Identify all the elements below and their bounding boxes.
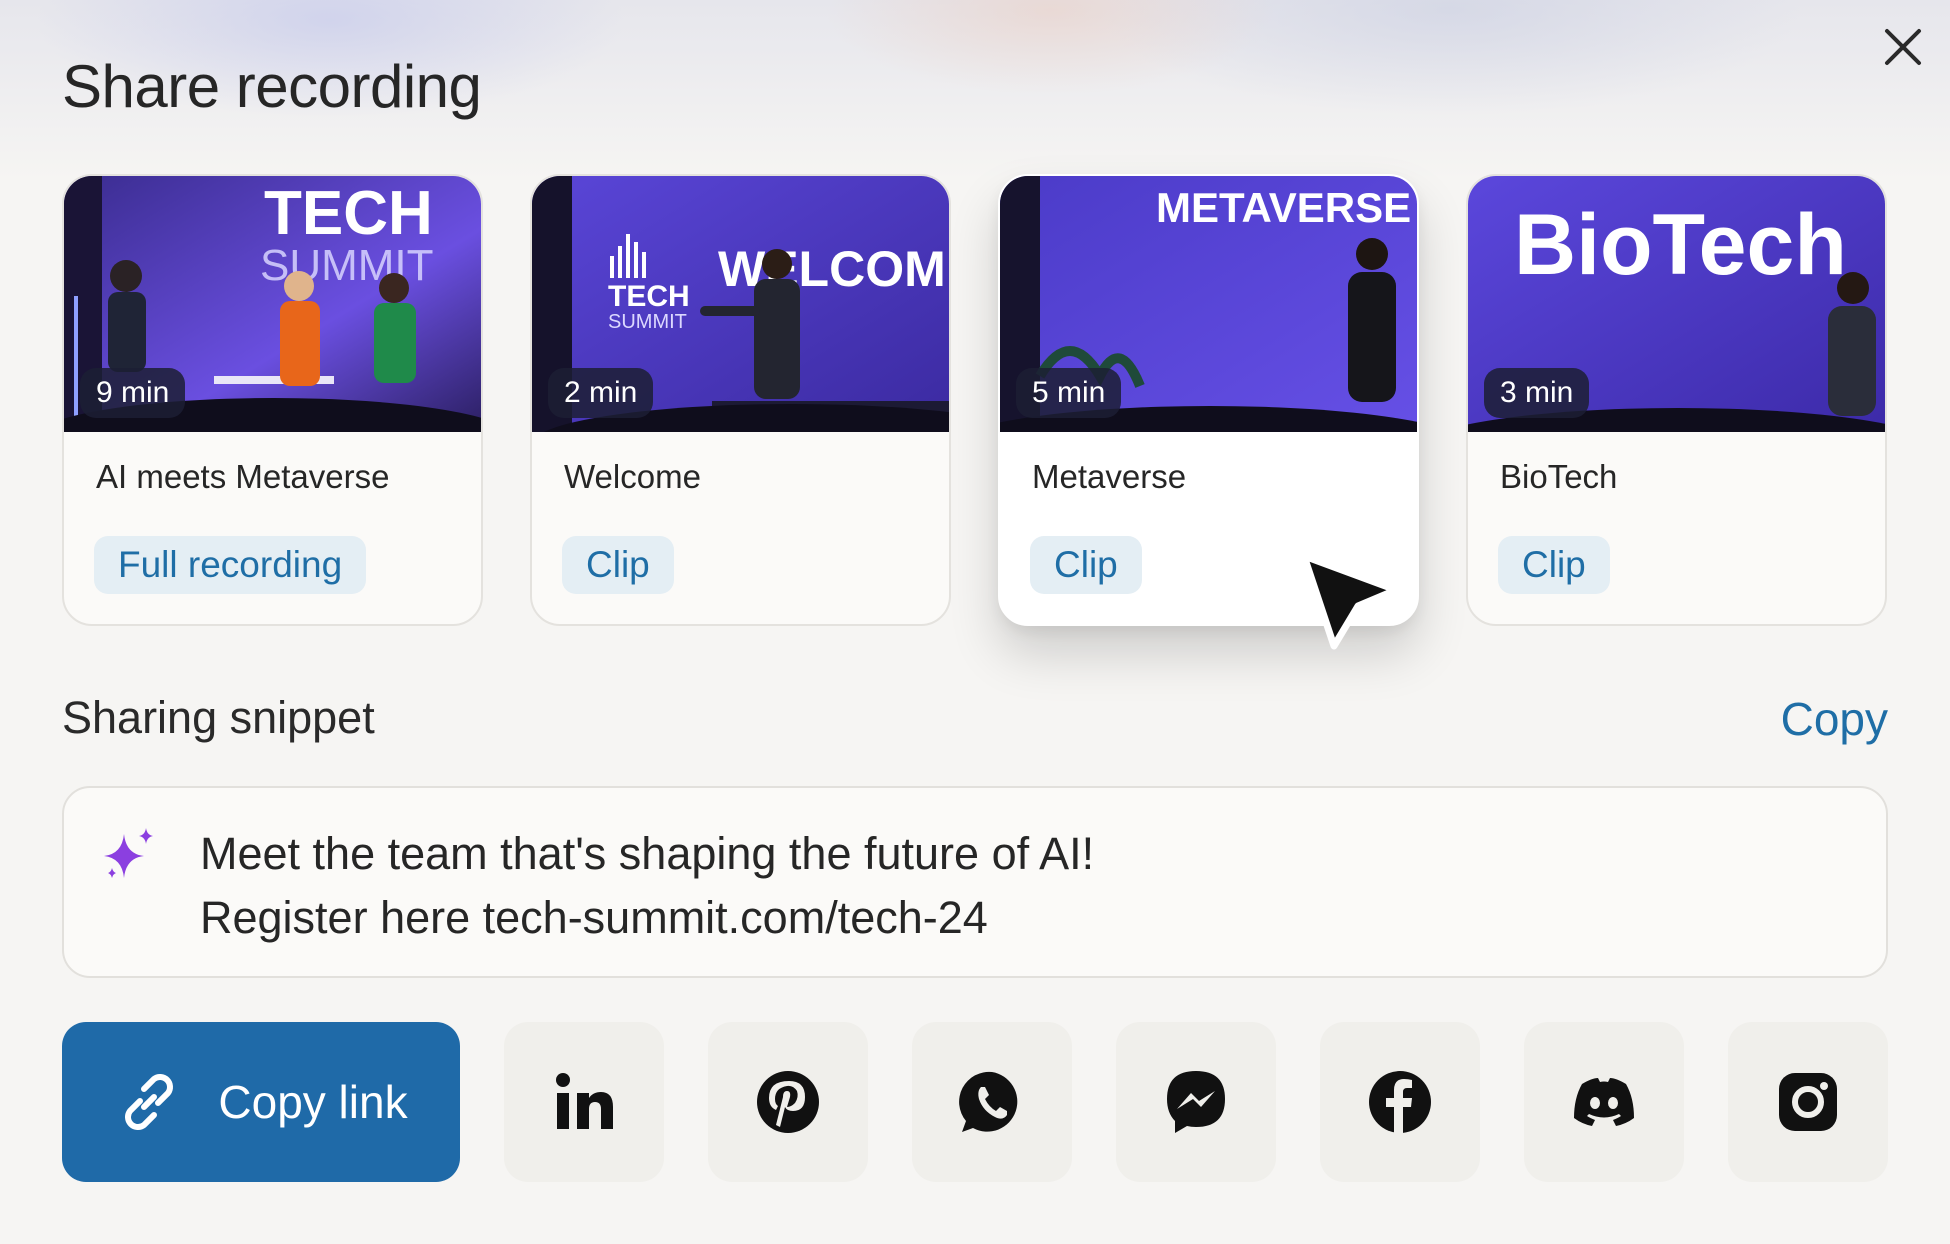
duration-badge: 2 min	[548, 368, 654, 418]
sparkle-icon	[104, 828, 153, 878]
discord-icon	[1574, 1078, 1634, 1126]
copy-snippet-button[interactable]: Copy	[1781, 692, 1888, 746]
recording-card-biotech[interactable]: BioTech 3 min BioTech Clip	[1466, 174, 1887, 626]
facebook-icon	[1369, 1071, 1431, 1133]
snippet-label: Sharing snippet	[62, 692, 375, 743]
pinterest-icon	[757, 1071, 819, 1133]
svg-text:WELCOME: WELCOME	[718, 241, 949, 297]
close-icon	[1885, 29, 1921, 65]
share-messenger-button[interactable]	[1116, 1022, 1276, 1182]
card-title: Metaverse	[1032, 458, 1187, 495]
share-linkedin-button[interactable]	[504, 1022, 664, 1182]
share-instagram-button[interactable]	[1728, 1022, 1888, 1182]
dialog-title: Share recording	[62, 53, 482, 120]
thumbnail: TECH SUMMIT 9 min	[64, 176, 481, 432]
svg-text:TECH: TECH	[264, 179, 433, 248]
mouse-cursor-icon	[1296, 550, 1406, 665]
duration-badge: 5 min	[1016, 368, 1122, 418]
share-facebook-button[interactable]	[1320, 1022, 1480, 1182]
duration-badge: 3 min	[1484, 368, 1590, 418]
svg-text:SUMMIT: SUMMIT	[608, 311, 687, 333]
close-button[interactable]	[1878, 22, 1928, 72]
share-discord-button[interactable]	[1524, 1022, 1684, 1182]
recording-type-badge: Clip	[562, 536, 674, 594]
card-title: Welcome	[564, 458, 701, 495]
link-icon	[125, 1074, 174, 1130]
copy-link-label: Copy link	[218, 1076, 408, 1128]
messenger-icon	[1167, 1071, 1225, 1133]
snippet-line-1: Meet the team that's shaping the future …	[200, 828, 1095, 879]
card-title: AI meets Metaverse	[96, 458, 390, 495]
recording-type-badge: Clip	[1498, 536, 1610, 594]
recording-cards: TECH SUMMIT 9 min AI meets Metaverse Ful…	[62, 174, 1888, 626]
svg-text:METAVERSE: METAVERSE	[1156, 184, 1411, 231]
snippet-line-2: Register here tech-summit.com/tech-24	[200, 892, 988, 943]
whatsapp-icon	[959, 1071, 1018, 1132]
recording-type-badge: Full recording	[94, 536, 367, 594]
recording-card-ai-meets-metaverse[interactable]: TECH SUMMIT 9 min AI meets Metaverse Ful…	[62, 174, 483, 626]
snippet-box[interactable]: Meet the team that's shaping the future …	[62, 786, 1888, 978]
copy-link-button[interactable]: Copy link	[62, 1022, 460, 1182]
instagram-icon	[1779, 1073, 1837, 1131]
svg-text:TECH: TECH	[608, 280, 690, 313]
duration-badge: 9 min	[80, 368, 186, 418]
share-whatsapp-button[interactable]	[912, 1022, 1072, 1182]
share-pinterest-button[interactable]	[708, 1022, 868, 1182]
recording-type-badge: Clip	[1030, 536, 1142, 594]
thumbnail: BioTech 3 min	[1468, 176, 1885, 432]
thumbnail: TECH SUMMIT WELCOME 2 min	[532, 176, 949, 432]
recording-card-welcome[interactable]: TECH SUMMIT WELCOME 2 min Welcome Clip	[530, 174, 951, 626]
svg-text:BioTech: BioTech	[1514, 197, 1847, 293]
card-title: BioTech	[1500, 458, 1618, 495]
snippet-text: Meet the team that's shaping the future …	[200, 822, 1094, 950]
thumbnail: METAVERSE 5 min	[1000, 176, 1417, 432]
linkedin-icon	[556, 1073, 613, 1129]
